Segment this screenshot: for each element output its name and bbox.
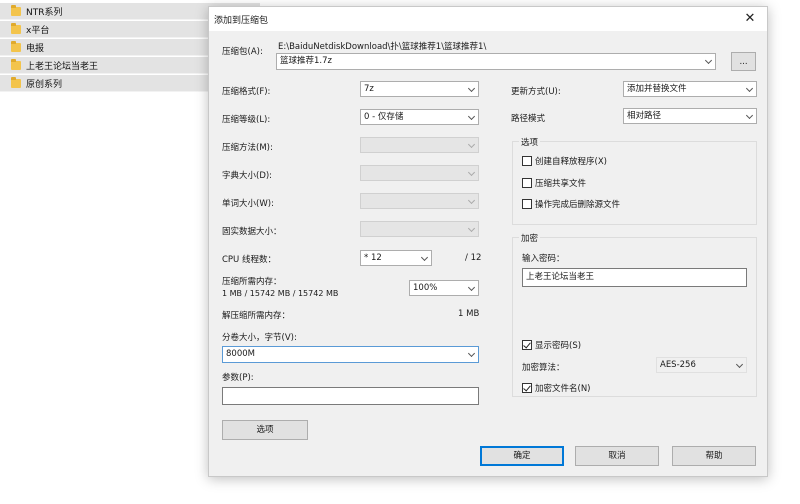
chevron-down-icon [467, 168, 476, 177]
volume-label: 分卷大小，字节(V): [222, 333, 297, 343]
chevron-down-icon [735, 360, 744, 369]
method-select [360, 137, 479, 153]
chevron-down-icon [467, 196, 476, 205]
dict-select [360, 165, 479, 181]
shared-label: 压缩共享文件 [535, 179, 587, 189]
options-button[interactable]: 选项 [222, 420, 308, 440]
show-password-checkbox[interactable]: 显示密码(S) [522, 339, 581, 351]
encrypt-method-label: 加密算法： [522, 363, 565, 373]
checkbox-box[interactable] [522, 156, 532, 166]
close-icon[interactable]: ✕ [741, 10, 759, 28]
dict-label: 字典大小(D): [222, 171, 273, 181]
chevron-down-icon [467, 224, 476, 233]
cpu-max: / 12 [465, 253, 482, 263]
chevron-down-icon [745, 111, 754, 120]
password-label: 输入密码： [522, 254, 565, 264]
level-select[interactable]: 0 - 仅存储 [360, 109, 479, 125]
chevron-down-icon [420, 253, 429, 262]
word-label: 单词大小(W): [222, 199, 274, 209]
delete-checkbox[interactable]: 操作完成后删除源文件 [522, 198, 620, 210]
chevron-down-icon [745, 84, 754, 93]
encrypt-method-select[interactable]: AES-256 [656, 357, 747, 373]
show-password-label: 显示密码(S) [535, 341, 582, 351]
cpu-value: * 12 [364, 253, 382, 263]
folder-name: 原创系列 [26, 79, 63, 90]
mem-label: 压缩所需内存： [222, 277, 282, 287]
help-button[interactable]: 帮助 [672, 446, 756, 466]
decomp-label: 解压缩所需内存： [222, 311, 291, 321]
ok-button[interactable]: 确定 [480, 446, 564, 466]
folder-icon [11, 40, 21, 52]
format-select[interactable]: 7z [360, 81, 479, 97]
format-label: 压缩格式(F): [222, 87, 271, 97]
archive-name-value: 篮球推荐1.7z [280, 56, 332, 66]
level-label: 压缩等级(L): [222, 115, 271, 125]
delete-label: 操作完成后删除源文件 [535, 200, 621, 210]
folder-icon [11, 76, 21, 88]
cancel-button[interactable]: 取消 [575, 446, 659, 466]
options-group: 选项 创建自释放程序(X) 压缩共享文件 操作完成后删除源文件 [512, 136, 757, 225]
cpu-label: CPU 线程数： [222, 255, 276, 265]
level-value: 0 - 仅存储 [364, 112, 404, 122]
params-input[interactable] [222, 387, 479, 405]
word-select [360, 193, 479, 209]
browse-button[interactable]: ... [731, 52, 756, 71]
options-group-title: 选项 [519, 136, 541, 148]
solid-select [360, 221, 479, 237]
chevron-down-icon [467, 140, 476, 149]
dialog-title: 添加到压缩包 [214, 16, 269, 26]
title-bar: 添加到压缩包 ✕ [209, 7, 767, 31]
checkbox-box[interactable] [522, 178, 532, 188]
chevron-down-icon [704, 56, 713, 65]
chevron-down-icon [467, 283, 476, 292]
folder-name: 上老王论坛当老王 [26, 61, 99, 72]
checkbox-box[interactable] [522, 340, 532, 350]
update-label: 更新方式(U): [511, 87, 561, 97]
sfx-checkbox[interactable]: 创建自释放程序(X) [522, 155, 607, 167]
encrypt-group-title: 加密 [519, 232, 541, 244]
update-select[interactable]: 添加并替换文件 [623, 81, 757, 97]
folder-name: x平台 [26, 25, 50, 36]
password-input[interactable]: 上老王论坛当老王 [522, 268, 747, 287]
archive-name-combo[interactable]: 篮球推荐1.7z [276, 53, 716, 70]
path-select[interactable]: 相对路径 [623, 108, 757, 124]
mem-detail: 1 MB / 15742 MB / 15742 MB [222, 289, 339, 298]
mem-percent-select[interactable]: 100% [409, 280, 479, 296]
encrypt-group: 加密 输入密码： 上老王论坛当老王 显示密码(S) 加密算法： AES-256 … [512, 232, 757, 397]
params-label: 参数(P): [222, 373, 254, 383]
volume-value: 8000M [226, 349, 255, 359]
method-label: 压缩方法(M): [222, 143, 273, 153]
solid-label: 固实数据大小： [222, 227, 282, 237]
chevron-down-icon [467, 112, 476, 121]
path-label: 路径模式 [511, 114, 546, 124]
folder-icon [11, 58, 21, 70]
encrypt-method-value: AES-256 [660, 360, 696, 370]
folder-icon [11, 22, 21, 34]
encrypt-names-checkbox[interactable]: 加密文件名(N) [522, 382, 591, 394]
chevron-down-icon [467, 84, 476, 93]
update-value: 添加并替换文件 [627, 84, 687, 94]
folder-icon [11, 4, 21, 16]
path-value: 相对路径 [627, 111, 662, 121]
archive-path: E:\BaiduNetdiskDownload\扑\篮球推荐1\篮球推荐1\ [278, 42, 487, 52]
add-to-archive-dialog: 添加到压缩包 ✕ 压缩包(A): E:\BaiduNetdiskDownload… [208, 6, 768, 477]
mem-percent-value: 100% [413, 283, 438, 293]
chevron-down-icon [467, 349, 476, 358]
checkbox-box[interactable] [522, 383, 532, 393]
encrypt-names-label: 加密文件名(N) [535, 384, 591, 394]
checkbox-box[interactable] [522, 199, 532, 209]
volume-select[interactable]: 8000M [222, 346, 479, 363]
archive-label: 压缩包(A): [222, 47, 263, 57]
decomp-value: 1 MB [458, 309, 480, 319]
shared-checkbox[interactable]: 压缩共享文件 [522, 177, 586, 189]
folder-name: NTR系列 [26, 7, 63, 18]
format-value: 7z [364, 84, 374, 94]
sfx-label: 创建自释放程序(X) [535, 157, 607, 167]
cpu-select[interactable]: * 12 [360, 250, 432, 266]
folder-name: 电报 [26, 43, 45, 54]
